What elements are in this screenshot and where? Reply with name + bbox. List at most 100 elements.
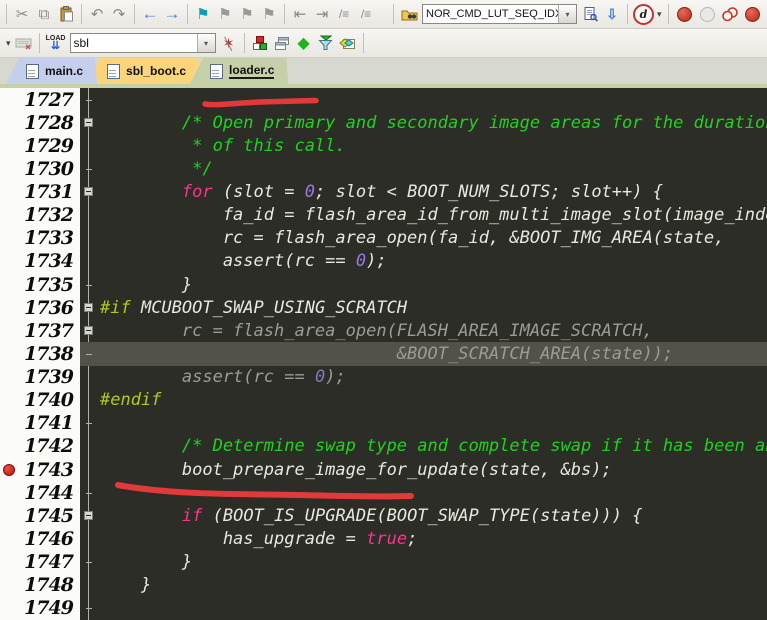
- fold-collapse-icon[interactable]: [84, 117, 93, 127]
- line-number[interactable]: 1732: [0, 203, 80, 227]
- line-number[interactable]: 1738: [0, 342, 80, 366]
- code-text[interactable]: assert(rc == 0);: [97, 366, 767, 389]
- batch-build-button[interactable]: [338, 31, 358, 55]
- fold-collapse-icon[interactable]: [84, 510, 93, 520]
- find-in-document-button[interactable]: [580, 2, 600, 26]
- line-number[interactable]: 1735: [0, 273, 80, 297]
- line-number[interactable]: 1734: [0, 249, 80, 273]
- code-text[interactable]: }: [97, 551, 767, 574]
- enable-breakpoint-button[interactable]: [699, 6, 715, 22]
- quick-search-button[interactable]: d: [633, 2, 654, 26]
- undo-button[interactable]: ↶: [87, 2, 107, 26]
- line-number[interactable]: 1737: [0, 319, 80, 343]
- cascade-windows-button[interactable]: [272, 31, 292, 55]
- code-text[interactable]: boot_prepare_image_for_update(state, &bs…: [97, 458, 767, 481]
- make-button[interactable]: ◆: [294, 31, 314, 55]
- toggle-breakpoint-button[interactable]: [676, 6, 692, 22]
- fold-gutter[interactable]: [80, 180, 97, 204]
- comment-button[interactable]: /≡: [334, 2, 354, 26]
- clear-bookmarks-button[interactable]: ⚑x: [259, 2, 767, 618]
- fold-gutter[interactable]: [80, 296, 97, 320]
- unindent-button[interactable]: ⇤: [290, 2, 310, 26]
- tab-sbl_boot.c[interactable]: sbl_boot.c: [87, 58, 200, 84]
- search-combobox[interactable]: NOR_CMD_LUT_SEQ_IDX_ ▾: [422, 4, 577, 24]
- line-number[interactable]: 1727: [0, 88, 80, 112]
- navigate-forward-button[interactable]: →: [162, 2, 182, 26]
- code-text[interactable]: #if MCUBOOT_SWAP_USING_SCRATCH: [97, 296, 767, 319]
- line-number[interactable]: 1741: [0, 411, 80, 435]
- line-number[interactable]: 1743: [0, 458, 80, 482]
- fold-collapse-icon[interactable]: [84, 302, 93, 312]
- fold-gutter[interactable]: [80, 319, 97, 343]
- macro-keyboard-button[interactable]: [14, 31, 34, 55]
- code-text[interactable]: for (slot = 0; slot < BOOT_NUM_SLOTS; sl…: [97, 181, 767, 204]
- code-text[interactable]: * of this call.: [97, 134, 767, 157]
- next-bookmark-button[interactable]: ⚑▸: [237, 2, 767, 618]
- find-in-files-button[interactable]: [399, 2, 419, 26]
- code-text[interactable]: /* Open primary and secondary image area…: [97, 111, 767, 134]
- code-text[interactable]: }: [97, 574, 767, 597]
- toggle-bookmark-button[interactable]: ⚑: [193, 2, 213, 26]
- code-text[interactable]: [97, 88, 767, 111]
- fold-gutter[interactable]: [80, 504, 97, 528]
- copy-button[interactable]: ⧉: [34, 2, 54, 26]
- search-combobox-dropdown[interactable]: ▾: [558, 5, 576, 23]
- line-number[interactable]: 1729: [0, 134, 80, 158]
- line-number[interactable]: 1747: [0, 550, 80, 574]
- line-number[interactable]: 1730: [0, 157, 80, 181]
- code-editor[interactable]: 1727 1728 /* Open primary and secondary i…: [0, 88, 767, 620]
- indent-button[interactable]: ⇥: [312, 2, 332, 26]
- navigate-back-button[interactable]: ←: [140, 2, 160, 26]
- load-program-button[interactable]: LOAD ⇊: [46, 31, 66, 55]
- code-text[interactable]: rc = flash_area_open(fa_id, &BOOT_IMG_AR…: [97, 227, 767, 250]
- line-number[interactable]: 1736: [0, 296, 80, 320]
- code-text[interactable]: [97, 597, 767, 620]
- code-text[interactable]: assert(rc == 0);: [97, 250, 767, 273]
- code-text[interactable]: }: [97, 273, 767, 296]
- disable-all-breakpoints-button[interactable]: [720, 2, 740, 26]
- line-number[interactable]: 1733: [0, 226, 80, 250]
- line-number[interactable]: 1749: [0, 596, 80, 620]
- toolbar-options-dropdown[interactable]: ▾: [6, 38, 11, 49]
- code-text[interactable]: rc = flash_area_open(FLASH_AREA_IMAGE_SC…: [97, 319, 767, 342]
- code-text[interactable]: /* Determine swap type and complete swap…: [97, 435, 767, 458]
- redo-button[interactable]: ↷: [109, 2, 129, 26]
- wizard-button[interactable]: ✶: [219, 31, 239, 55]
- line-number[interactable]: 1739: [0, 365, 80, 389]
- fold-gutter[interactable]: [80, 111, 97, 135]
- line-number[interactable]: 1748: [0, 573, 80, 597]
- line-number[interactable]: 1745: [0, 504, 80, 528]
- uncomment-button[interactable]: /≡: [356, 2, 376, 26]
- code-text[interactable]: &BOOT_SCRATCH_AREA(state));: [97, 342, 767, 366]
- previous-bookmark-button[interactable]: ⚑◂: [215, 2, 767, 618]
- line-number[interactable]: 1728: [0, 111, 80, 135]
- breakpoint-marker[interactable]: [3, 463, 15, 476]
- code-text[interactable]: #endif: [97, 389, 767, 412]
- cut-button[interactable]: ✂: [12, 2, 32, 26]
- remove-all-breakpoints-button[interactable]: [744, 6, 760, 22]
- code-text[interactable]: [97, 412, 767, 435]
- filter-build-button[interactable]: [316, 31, 336, 55]
- tab-label: loader.c: [229, 63, 275, 77]
- target-combobox-dropdown[interactable]: ▾: [196, 34, 215, 52]
- line-number[interactable]: 1742: [0, 434, 80, 458]
- line-number[interactable]: 1740: [0, 388, 80, 412]
- code-text[interactable]: [97, 481, 767, 504]
- code-line-1729: 1729 * of this call.: [0, 134, 767, 158]
- line-number[interactable]: 1744: [0, 481, 80, 505]
- code-text[interactable]: fa_id = flash_area_id_from_multi_image_s…: [97, 204, 767, 227]
- line-number[interactable]: 1746: [0, 527, 80, 551]
- tab-main.c[interactable]: main.c: [6, 58, 97, 84]
- code-text[interactable]: */: [97, 157, 767, 180]
- fold-collapse-icon[interactable]: [84, 325, 93, 335]
- paste-button[interactable]: [56, 2, 76, 26]
- quick-search-dropdown[interactable]: ▾: [657, 9, 662, 20]
- fold-collapse-icon[interactable]: [84, 187, 93, 197]
- build-button[interactable]: [250, 31, 270, 55]
- line-number[interactable]: 1731: [0, 180, 80, 204]
- code-text[interactable]: has_upgrade = true;: [97, 527, 767, 550]
- code-text[interactable]: if (BOOT_IS_UPGRADE(BOOT_SWAP_TYPE(state…: [97, 504, 767, 527]
- target-combobox[interactable]: sbl ▾: [69, 33, 216, 53]
- tab-loader.c[interactable]: loader.c: [190, 58, 288, 84]
- incremental-search-button[interactable]: ⇩: [602, 2, 622, 26]
